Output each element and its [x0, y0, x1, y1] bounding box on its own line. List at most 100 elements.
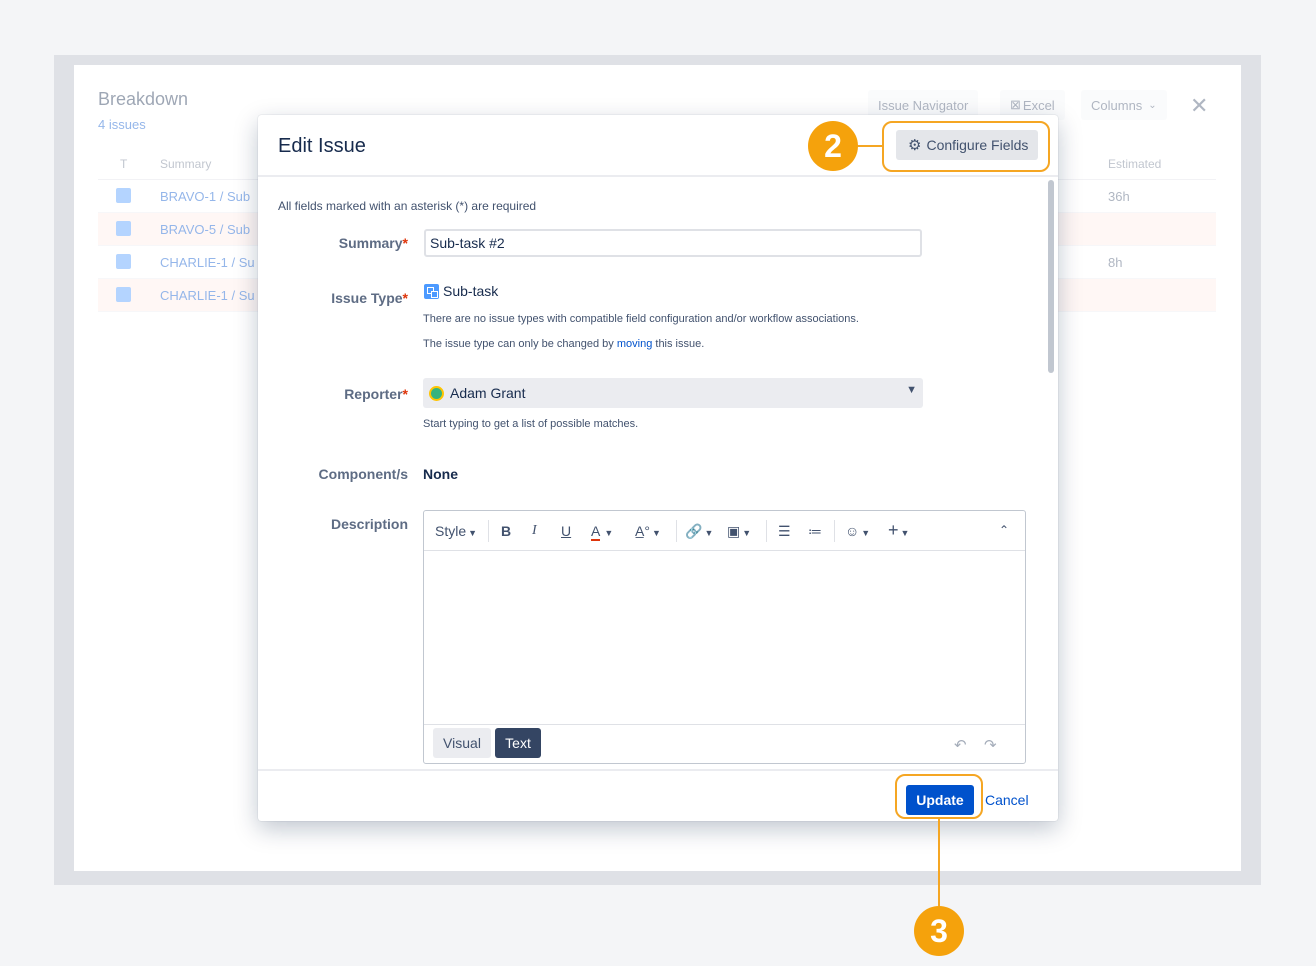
dialog-title: Edit Issue	[278, 135, 366, 157]
column-summary: Summary	[160, 157, 212, 171]
chevron-down-icon: ▼	[861, 528, 871, 538]
chevron-down-icon: ▼	[651, 528, 661, 538]
emoji-button[interactable]: ☺ ▼	[845, 523, 870, 539]
underline-button[interactable]: U	[561, 523, 571, 539]
edit-issue-dialog: Edit Issue ⚙ Configure Fields All fields…	[258, 115, 1058, 821]
more-formatting-button[interactable]: A̲° ▼	[635, 523, 661, 539]
issue-type-text: Sub-task	[443, 283, 499, 299]
editor-toolbar: Style ▼ B I U A ▼ A̲° ▼ 🔗 ▼ ▣ ▼ ☰ ≔ ☺ ▼ + ▼ ⌃	[424, 511, 1025, 551]
text-tab[interactable]: Text	[495, 728, 541, 758]
avatar	[429, 385, 444, 401]
text-format-icon: A̲°	[635, 523, 650, 539]
chevron-down-icon: ▼	[900, 528, 910, 538]
undo-icon[interactable]: ↶	[954, 736, 967, 754]
numbered-list-icon: ≔	[808, 523, 822, 539]
column-estimated: Estimated	[1108, 157, 1162, 171]
component-label: Component/s	[318, 466, 408, 482]
style-dropdown[interactable]: Style ▼	[435, 523, 477, 539]
toolbar-divider	[488, 520, 489, 542]
required-asterisk: *	[402, 235, 408, 251]
subtask-icon	[424, 283, 439, 299]
description-textarea[interactable]	[424, 552, 1025, 724]
issue-type-label: Issue Type*	[258, 290, 408, 306]
chevron-down-icon: ▼	[704, 528, 714, 538]
bullet-list-icon: ☰	[778, 523, 791, 539]
style-label: Style	[435, 523, 467, 539]
required-asterisk: *	[402, 386, 408, 402]
column-type: T	[120, 157, 128, 171]
excel-icon: ⊠	[1010, 97, 1021, 112]
reporter-select[interactable]: Adam Grant ▼	[423, 378, 923, 408]
redo-icon[interactable]: ↷	[984, 736, 997, 754]
cancel-link[interactable]: Cancel	[985, 792, 1029, 808]
summary-label: Summary*	[258, 235, 408, 251]
issue-key[interactable]: BRAVO-5 / Sub	[160, 222, 250, 237]
numbered-list-button[interactable]: ≔	[808, 523, 822, 540]
issue-type-label-text: Issue Type	[331, 290, 403, 306]
subtask-icon	[116, 188, 131, 203]
issue-key[interactable]: BRAVO-1 / Sub	[160, 189, 250, 204]
callout-connector	[858, 145, 882, 147]
chevron-down-icon: ⌄	[1148, 99, 1157, 111]
subtask-icon	[116, 287, 131, 302]
step-badge-2: 2	[808, 121, 858, 171]
step-badge-3: 3	[914, 906, 964, 956]
chevron-down-icon: ▼	[906, 384, 917, 396]
toolbar-divider	[676, 520, 677, 542]
columns-button[interactable]: Columns ⌄	[1081, 90, 1167, 120]
visual-tab[interactable]: Visual	[433, 728, 491, 758]
move-help-suffix: this issue.	[652, 338, 705, 350]
moving-link[interactable]: moving	[617, 338, 652, 350]
issue-type-value: Sub-task	[424, 283, 498, 299]
plus-icon: +	[888, 520, 899, 540]
chevron-down-icon: ▼	[742, 528, 752, 538]
issue-key[interactable]: CHARLIE-1 / Su	[160, 255, 255, 270]
bullet-list-button[interactable]: ☰	[778, 523, 791, 540]
attachment-icon: ▣	[727, 523, 741, 539]
issue-type-move-help: The issue type can only be changed by mo…	[423, 338, 704, 350]
reporter-value: Adam Grant	[450, 385, 526, 401]
reporter-label: Reporter*	[258, 386, 408, 402]
chevron-down-icon: ▼	[468, 528, 478, 538]
summary-input[interactable]	[424, 229, 922, 257]
breakdown-title: Breakdown	[98, 89, 189, 109]
toolbar-divider	[766, 520, 767, 542]
bold-button[interactable]: B	[501, 523, 511, 539]
link-icon: 🔗	[685, 523, 703, 539]
update-highlight	[895, 774, 983, 819]
dialog-body: All fields marked with an asterisk (*) a…	[258, 177, 1058, 769]
issue-key[interactable]: CHARLIE-1 / Su	[160, 288, 255, 303]
estimate: 8h	[1108, 255, 1123, 270]
reporter-label-text: Reporter	[344, 386, 403, 402]
move-help-prefix: The issue type can only be changed by	[423, 338, 617, 350]
link-button[interactable]: 🔗 ▼	[685, 523, 713, 540]
columns-label: Columns	[1091, 97, 1143, 113]
close-icon[interactable]: ✕	[1190, 93, 1208, 119]
required-asterisk: *	[402, 290, 408, 306]
callout-connector	[938, 819, 940, 906]
required-note: All fields marked with an asterisk (*) a…	[278, 199, 537, 213]
collapse-toolbar-icon[interactable]: ⌃	[999, 523, 1009, 537]
text-color-icon: A	[591, 523, 601, 541]
subtask-icon	[116, 221, 131, 236]
reporter-help: Start typing to get a list of possible m…	[423, 418, 639, 430]
issue-type-help: There are no issue types with compatible…	[423, 313, 859, 325]
insert-button[interactable]: + ▼	[888, 520, 909, 541]
scrollbar[interactable]	[1048, 180, 1054, 373]
italic-button[interactable]: I	[532, 523, 537, 539]
attachment-button[interactable]: ▣ ▼	[727, 523, 751, 540]
component-value: None	[423, 466, 458, 482]
issue-count: 4 issues	[98, 117, 146, 132]
summary-label-text: Summary	[338, 235, 403, 251]
emoji-icon: ☺	[845, 523, 860, 539]
description-editor: Style ▼ B I U A ▼ A̲° ▼ 🔗 ▼ ▣ ▼ ☰ ≔ ☺ ▼ + ▼ ⌃	[423, 510, 1026, 764]
chevron-down-icon: ▼	[604, 528, 614, 538]
text-color-button[interactable]: A ▼	[591, 523, 614, 541]
configure-fields-highlight	[882, 121, 1050, 172]
toolbar-divider	[834, 520, 835, 542]
subtask-icon	[116, 254, 131, 269]
description-label: Description	[330, 516, 408, 532]
editor-mode-bar: Visual Text ↶ ↷	[424, 724, 1025, 763]
estimate: 36h	[1108, 189, 1130, 204]
excel-label: Excel	[1022, 97, 1055, 113]
